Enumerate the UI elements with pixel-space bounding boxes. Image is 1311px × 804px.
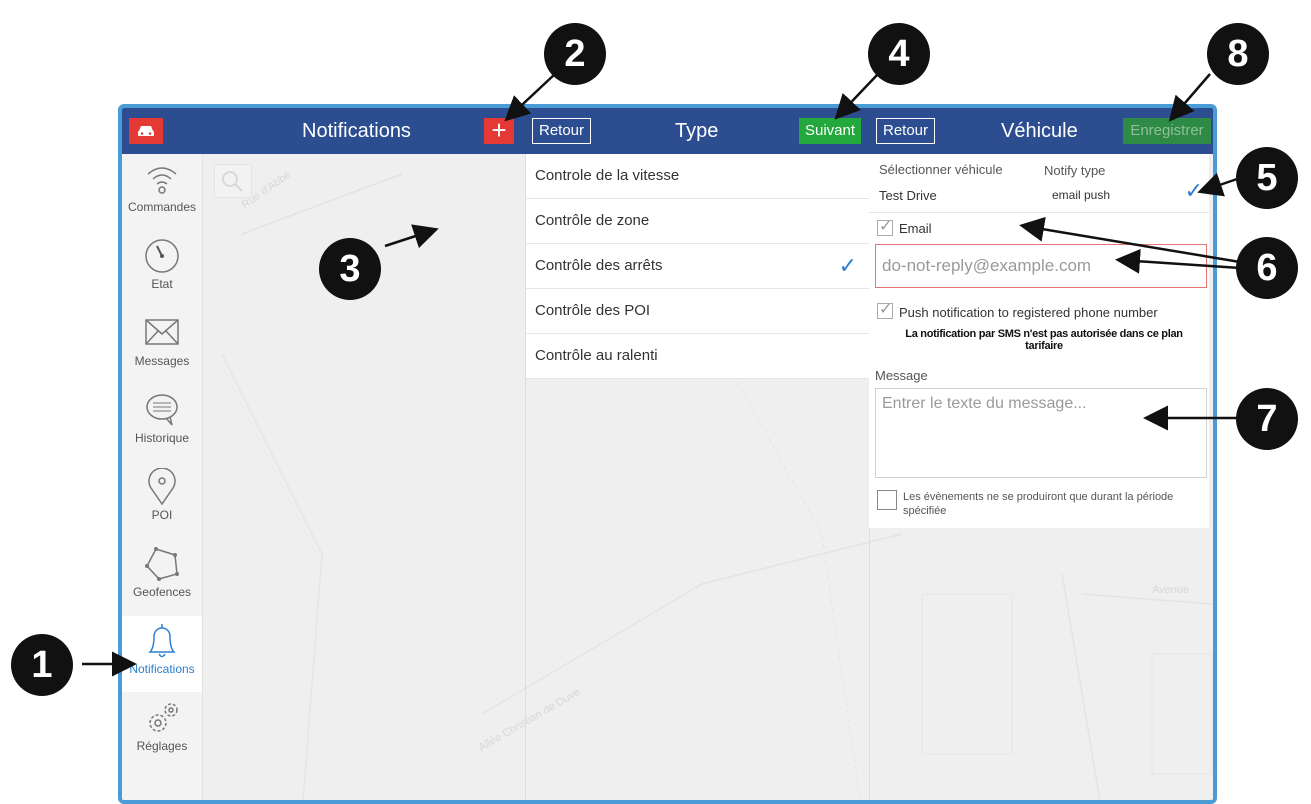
callout-badge: 4 bbox=[868, 23, 930, 85]
callout-badge: 7 bbox=[1236, 388, 1298, 450]
callout-badge: 3 bbox=[319, 238, 381, 300]
annotation-arrows bbox=[82, 73, 1241, 677]
callout-badge: 2 bbox=[544, 23, 606, 85]
callout-badge: 5 bbox=[1236, 147, 1298, 209]
callout-badge: 8 bbox=[1207, 23, 1269, 85]
callout-badge: 1 bbox=[11, 634, 73, 696]
callout-badge: 6 bbox=[1236, 237, 1298, 299]
